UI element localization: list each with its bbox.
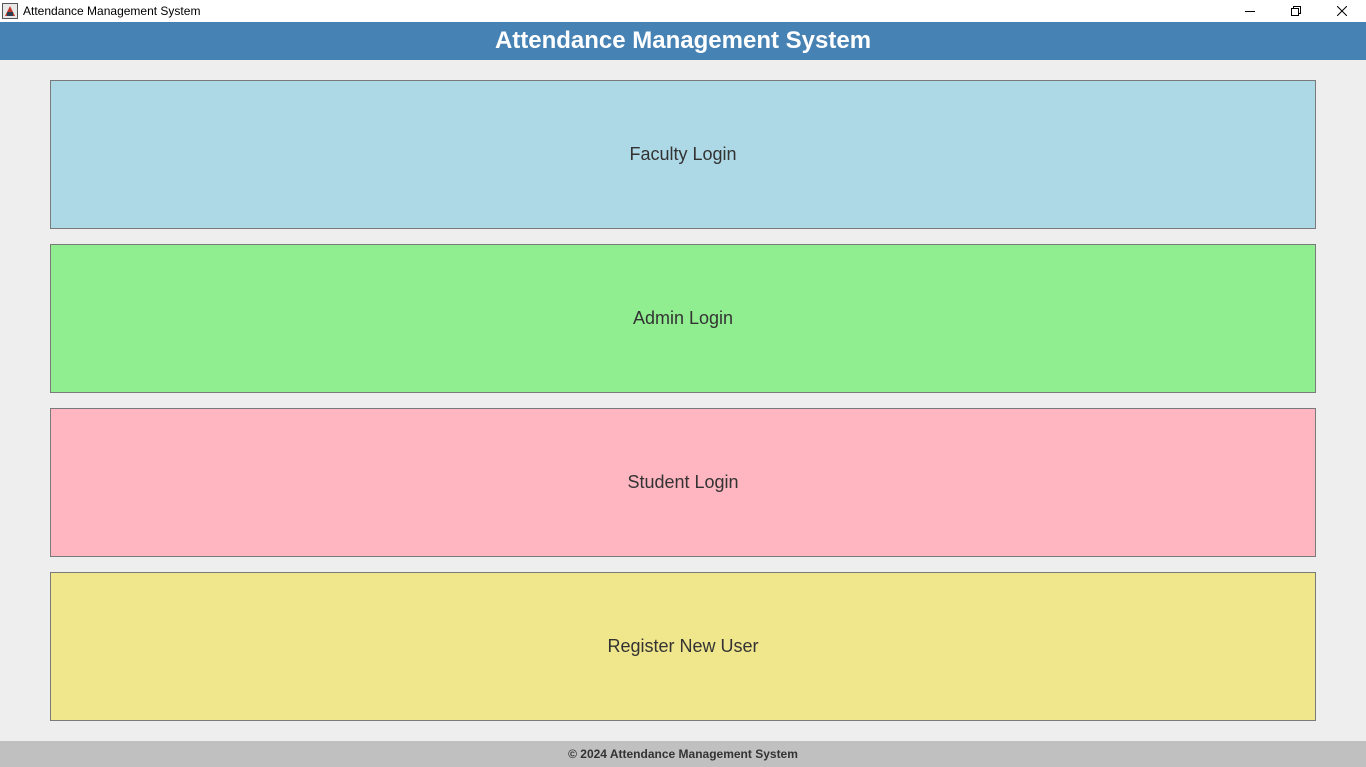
faculty-login-button[interactable]: Faculty Login [50, 80, 1316, 229]
close-icon [1337, 6, 1347, 16]
register-new-user-label: Register New User [607, 636, 759, 656]
footer: © 2024 Attendance Management System [0, 741, 1366, 767]
page-title: Attendance Management System [494, 27, 872, 54]
faculty-login-label: Faculty Login [629, 144, 737, 164]
java-app-icon [2, 3, 18, 19]
close-button[interactable] [1319, 0, 1365, 22]
admin-login-button[interactable]: Admin Login [50, 244, 1316, 393]
restore-icon [1291, 6, 1301, 16]
minimize-button[interactable] [1227, 0, 1273, 22]
student-login-label: Student Login [627, 472, 739, 492]
window-title: Attendance Management System [23, 4, 201, 18]
footer-copyright: © 2024 Attendance Management System [568, 747, 798, 761]
window-titlebar: Attendance Management System [0, 0, 1366, 22]
student-login-button[interactable]: Student Login [50, 408, 1316, 557]
app-header: Attendance Management System [0, 22, 1366, 60]
register-new-user-button[interactable]: Register New User [50, 572, 1316, 721]
restore-button[interactable] [1273, 0, 1319, 22]
minimize-icon [1245, 11, 1255, 12]
admin-login-label: Admin Login [632, 308, 734, 328]
